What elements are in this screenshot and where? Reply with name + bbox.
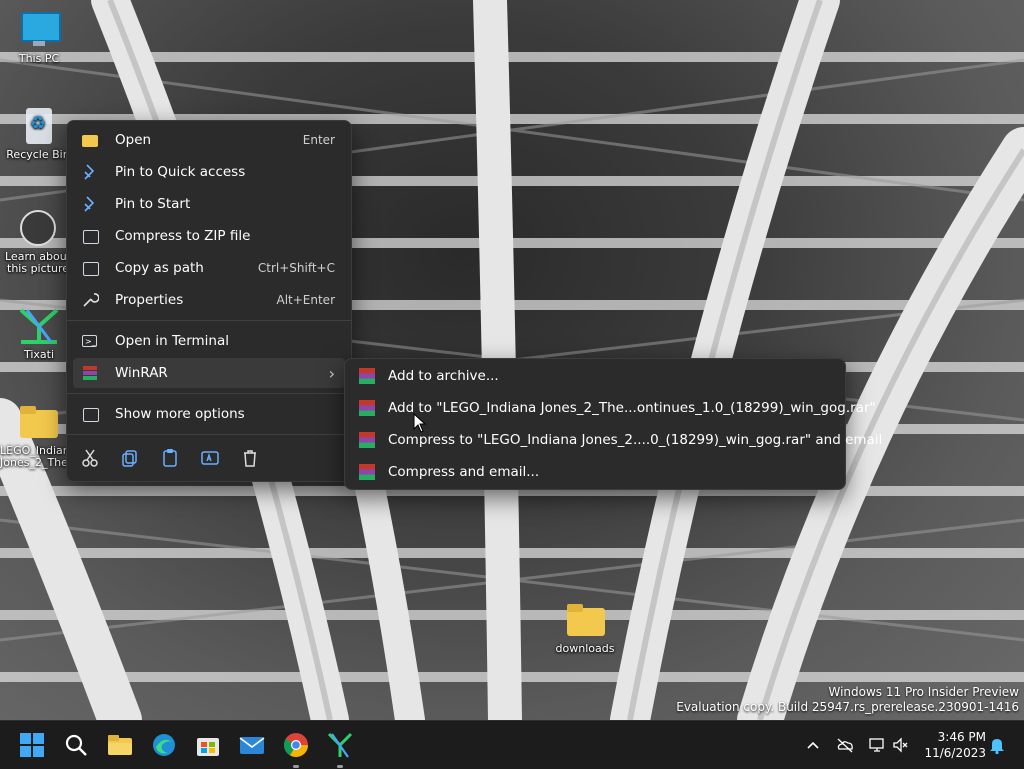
file-explorer-icon[interactable] xyxy=(104,729,136,761)
store-icon[interactable] xyxy=(192,729,224,761)
chrome-icon[interactable] xyxy=(280,729,312,761)
winrar-icon xyxy=(359,368,375,384)
folder-icon xyxy=(16,402,60,442)
mouse-cursor-icon xyxy=(413,413,427,433)
menu-item-open-terminal[interactable]: >_ Open in Terminal xyxy=(73,326,345,356)
camera-info-icon xyxy=(16,208,60,248)
tixati-icon xyxy=(17,306,61,346)
folder-icon xyxy=(81,131,99,149)
desktop-icon-downloads[interactable]: downloads xyxy=(547,600,623,655)
menu-item-winrar[interactable]: WinRAR › xyxy=(73,358,345,388)
clock-date: 11/6/2023 xyxy=(924,746,986,760)
taskbar-clock[interactable]: 3:46 PM 11/6/2023 xyxy=(924,729,986,761)
cut-icon[interactable] xyxy=(79,447,101,469)
desktop-icon-recycle-bin[interactable]: ♻ Recycle Bin xyxy=(0,106,76,161)
menu-item-open[interactable]: Open Enter xyxy=(73,125,345,155)
paste-icon[interactable] xyxy=(159,447,181,469)
menu-item-properties[interactable]: Properties Alt+Enter xyxy=(73,285,345,315)
desktop-icon-this-pc[interactable]: This PC xyxy=(1,10,77,65)
desktop-icon-label: This PC xyxy=(18,52,60,65)
delete-icon[interactable] xyxy=(239,447,261,469)
menu-item-compress-zip[interactable]: Compress to ZIP file xyxy=(73,221,345,251)
folder-icon xyxy=(563,600,607,640)
winrar-icon xyxy=(359,400,375,416)
desktop-icon-label: downloads xyxy=(555,642,615,655)
menu-separator xyxy=(67,320,351,321)
zip-icon xyxy=(81,227,99,245)
menu-item-pin-quick-access[interactable]: Pin to Quick access xyxy=(73,157,345,187)
chevron-up-icon[interactable] xyxy=(803,735,823,755)
mail-icon[interactable] xyxy=(236,729,268,761)
winrar-icon xyxy=(359,464,375,480)
pin-icon xyxy=(81,163,99,181)
menu-item-show-more[interactable]: Show more options xyxy=(73,399,345,429)
rename-icon[interactable] xyxy=(199,447,221,469)
winrar-icon xyxy=(81,364,99,382)
winrar-icon xyxy=(359,432,375,448)
desktop-icon-learn-picture[interactable]: Learn about this picture xyxy=(0,208,76,275)
taskbar: 3:46 PM 11/6/2023 xyxy=(0,720,1024,769)
chevron-right-icon: › xyxy=(328,363,335,383)
volume-muted-icon[interactable] xyxy=(891,735,911,755)
monitor-icon xyxy=(17,10,61,50)
menu-item-copy-path[interactable]: Copy as path Ctrl+Shift+C xyxy=(73,253,345,283)
context-menu: Open Enter Pin to Quick access Pin to St… xyxy=(66,120,352,482)
search-icon[interactable] xyxy=(60,729,92,761)
onedrive-offline-icon[interactable] xyxy=(835,735,855,755)
pin-icon xyxy=(81,195,99,213)
recycle-bin-icon: ♻ xyxy=(16,106,60,146)
copy-icon[interactable] xyxy=(119,447,141,469)
insider-watermark: Windows 11 Pro Insider Preview Evaluatio… xyxy=(676,685,1019,714)
start-icon[interactable] xyxy=(16,729,48,761)
network-icon[interactable] xyxy=(867,735,887,755)
menu-separator xyxy=(67,434,351,435)
terminal-icon: >_ xyxy=(81,332,99,350)
tixati-icon[interactable] xyxy=(324,729,356,761)
desktop-icon-label: Learn about this picture xyxy=(5,250,71,275)
edge-icon[interactable] xyxy=(148,729,180,761)
menu-item-pin-start[interactable]: Pin to Start xyxy=(73,189,345,219)
submenu-item-add-archive[interactable]: Add to archive... xyxy=(351,361,839,391)
desktop-icon-label: Recycle Bin xyxy=(6,148,70,161)
menu-separator xyxy=(67,393,351,394)
desktop-icon-label: LEGO_Indiana Jones_2_The... xyxy=(0,444,79,469)
wrench-icon xyxy=(81,291,100,309)
copy-path-icon xyxy=(81,259,99,277)
more-options-icon xyxy=(81,405,99,423)
desktop-icon-lego-folder[interactable]: LEGO_Indiana Jones_2_The... xyxy=(0,402,79,469)
submenu-item-compress-email[interactable]: Compress and email... xyxy=(351,457,839,487)
notification-bell-icon[interactable] xyxy=(987,735,1007,755)
clock-time: 3:46 PM xyxy=(937,730,986,744)
